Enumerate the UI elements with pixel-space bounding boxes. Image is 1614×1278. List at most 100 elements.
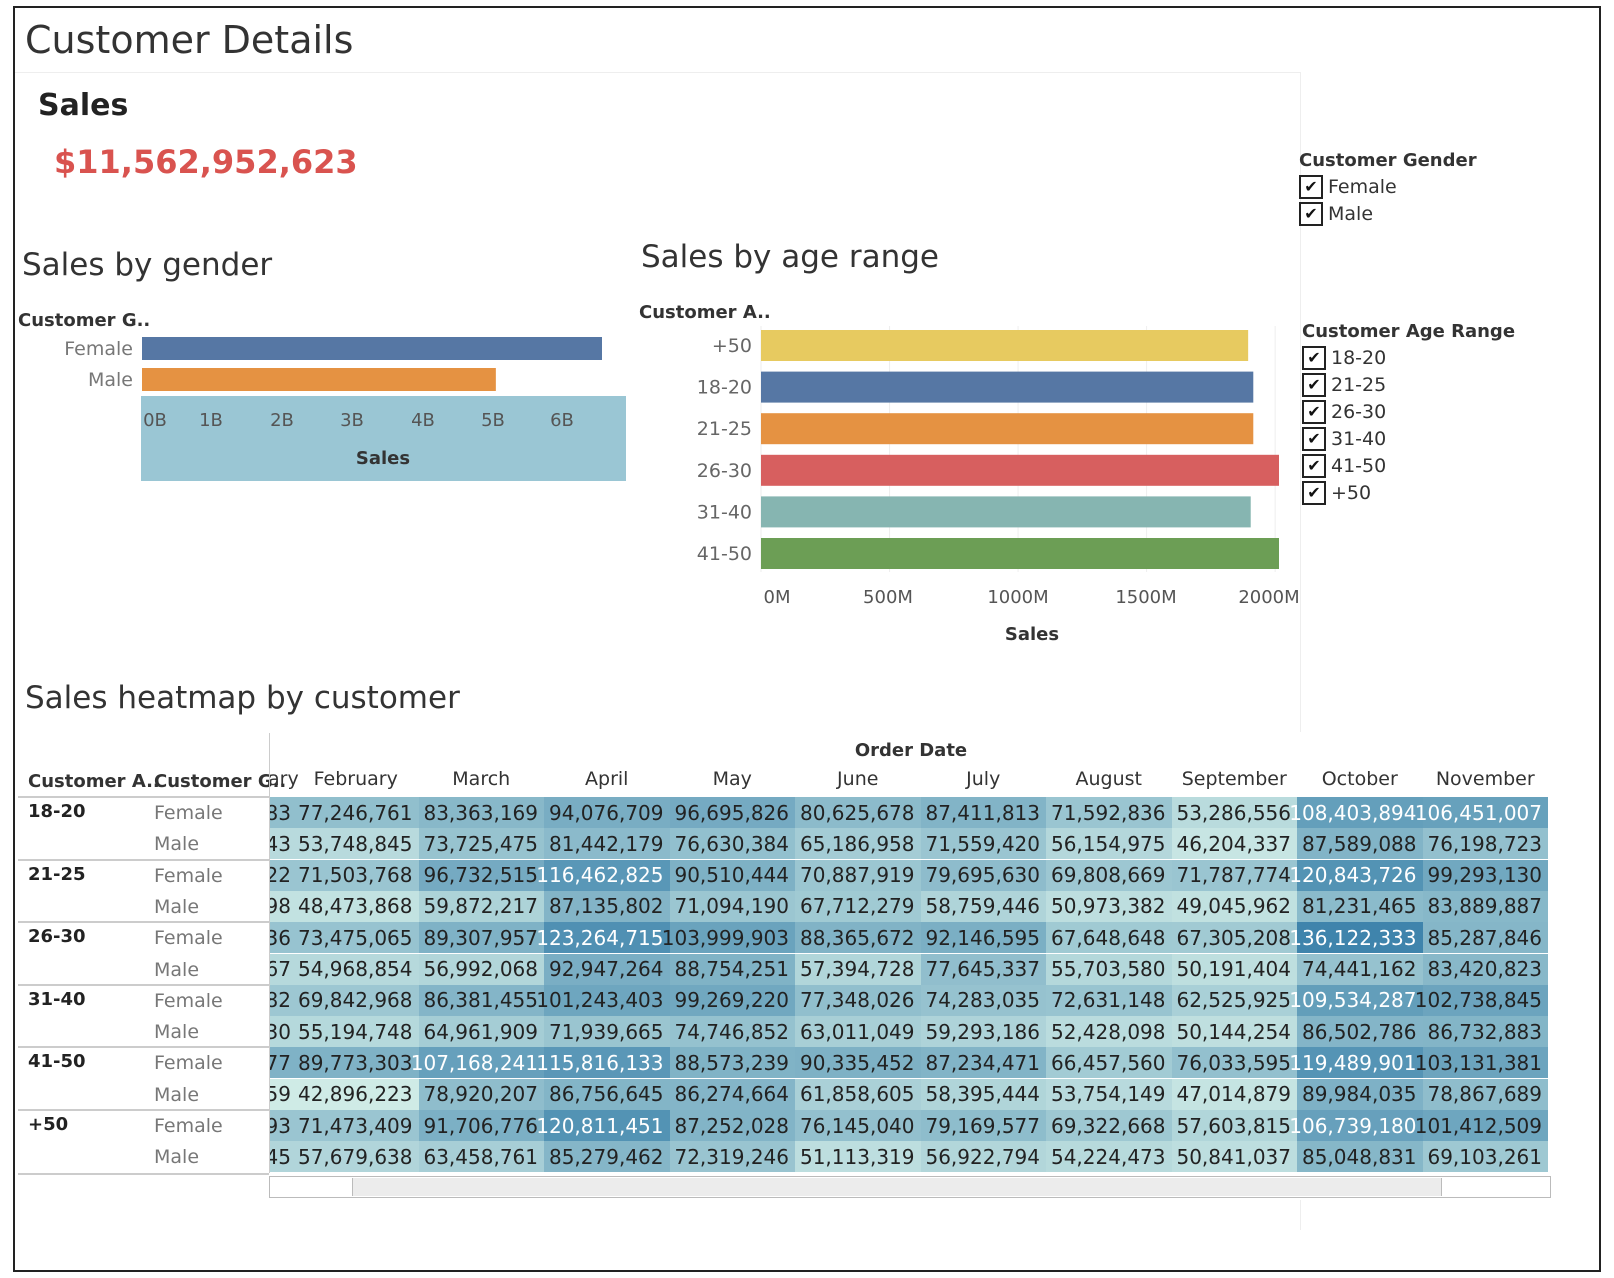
row-group-divider (18, 796, 269, 798)
heatmap-cell: 74,746,852 (669, 1016, 795, 1048)
age-bar-chart: Customer A.. +50 18-20 21-25 26-30 31-40 41-50… (639, 302, 1300, 645)
heatmap-cell: 83,363,169 (418, 797, 544, 828)
heatmap-cell: 48,473,868 (293, 890, 419, 922)
container-divider (1300, 1200, 1301, 1230)
heatmap-cell: 71,094,190 (669, 890, 795, 922)
heatmap-cell: 53,286,556 (1171, 797, 1297, 828)
heatmap-grid[interactable]: Order Date ary February March April May June J… (269, 733, 1551, 1173)
heatmap-cell: 67,305,208 (1171, 922, 1297, 954)
heatmap-cell: 45 (270, 1141, 293, 1173)
heatmap-cell: 59 (270, 1078, 293, 1110)
bar-18-20 (761, 371, 1254, 403)
category-label: Female (64, 338, 133, 360)
filter-option-label: 41-50 (1331, 454, 1387, 477)
filter-option-41-50[interactable]: ✔ 41-50 (1302, 452, 1515, 479)
heatmap-cell: 76,198,723 (1422, 828, 1548, 860)
filter-option-label: 18-20 (1331, 346, 1387, 369)
heatmap-cell: 58,759,446 (920, 890, 1046, 922)
heatmap-cell: 89,984,035 (1297, 1078, 1423, 1110)
heatmap-cell: 115,816,133 (536, 1047, 670, 1079)
gender-bar-chart: Customer G.. Female Male 0B 1B 2B 3B 4B 5B 6B Sale… (18, 310, 626, 481)
heatmap-cell: 63,458,761 (418, 1141, 544, 1173)
scrollbar-thumb[interactable] (352, 1178, 1442, 1196)
heatmap-cell: 71,503,768 (293, 859, 419, 891)
x-tick-label: 2B (270, 410, 294, 431)
column-header: September (1181, 768, 1287, 790)
heatmap-cell: 93 (270, 1110, 293, 1141)
heatmap-cell: 96,695,826 (669, 797, 795, 828)
row-group-label: +50 (28, 1114, 69, 1135)
filter-option-label: 21-25 (1331, 373, 1387, 396)
heatmap-cell: 67 (270, 953, 293, 985)
row-group-label: 18-20 (28, 801, 86, 822)
heatmap-cell: 71,592,836 (1046, 797, 1172, 828)
heatmap-cell: 78,920,207 (418, 1078, 544, 1110)
heatmap-cell: 61,858,605 (795, 1078, 921, 1110)
heatmap-cell: 76,630,384 (669, 828, 795, 860)
filter-option-26-30[interactable]: ✔ 26-30 (1302, 398, 1515, 425)
heatmap-cell: 65,186,958 (795, 828, 921, 860)
category-label: 21-25 (697, 418, 752, 440)
bar-26-30 (761, 454, 1279, 486)
gender-chart-title: Sales by gender (22, 247, 273, 283)
row-header-gender: Customer G.. (154, 771, 287, 792)
filter-option-50-plus[interactable]: ✔ +50 (1302, 479, 1515, 506)
heatmap-cell: 87,234,471 (920, 1047, 1046, 1079)
horizontal-scrollbar[interactable] (269, 1176, 1551, 1198)
filter-option-31-40[interactable]: ✔ 31-40 (1302, 425, 1515, 452)
row-gender-label: Female (154, 927, 223, 950)
x-tick-label: 0B (143, 410, 167, 431)
heatmap-cell: 57,394,728 (795, 953, 921, 985)
heatmap-cell: 77,246,761 (293, 797, 419, 828)
heatmap-cell: 64,961,909 (418, 1016, 544, 1048)
heatmap-cell: 79,169,577 (920, 1110, 1046, 1141)
x-tick-label: 3B (340, 410, 364, 431)
heatmap-cell: 86,756,645 (544, 1078, 670, 1110)
heatmap-cell: 69,842,968 (293, 984, 419, 1016)
heatmap-cell: 77 (270, 1047, 293, 1079)
heatmap-cell: 86,732,883 (1422, 1016, 1548, 1048)
gender-filter: Customer Gender ✔ Female ✔ Male (1299, 150, 1477, 227)
heatmap-cell: 101,412,509 (1415, 1110, 1548, 1141)
page-title: Customer Details (25, 18, 354, 62)
heatmap-cell: 79,695,630 (920, 859, 1046, 891)
heatmap-cell: 83,420,823 (1422, 953, 1548, 985)
x-axis-label: Sales (1005, 624, 1059, 645)
heatmap-cell: 103,999,903 (662, 922, 795, 954)
heatmap-cell: 71,473,409 (293, 1110, 419, 1141)
age-filter-title: Customer Age Range (1302, 321, 1516, 342)
bar-plus-50 (761, 330, 1249, 361)
heatmap-cell: 108,403,894 (1289, 797, 1423, 828)
filter-option-female[interactable]: ✔ Female (1299, 173, 1477, 200)
filter-option-21-25[interactable]: ✔ 21-25 (1302, 371, 1515, 398)
row-group-label: 31-40 (28, 988, 86, 1010)
heatmap-cell: 107,168,241 (411, 1047, 544, 1079)
heatmap-cell: 72,319,246 (669, 1141, 795, 1173)
age-filter: Customer Age Range ✔ 18-20 ✔ 21-25 ✔ 26-30 … (1302, 321, 1515, 506)
checkbox-checked-icon[interactable]: ✔ (1299, 174, 1323, 199)
heatmap-title: Sales heatmap by customer (25, 680, 460, 716)
heatmap-cell: 50,973,382 (1046, 890, 1172, 922)
heatmap-cell: 85,287,846 (1422, 922, 1548, 954)
heatmap-cell: 43 (270, 828, 293, 860)
category-label: Male (88, 369, 133, 391)
column-header: ary (269, 768, 299, 790)
heatmap-cell: 59,872,217 (418, 890, 544, 922)
bar-31-40 (761, 496, 1251, 528)
heatmap-cell: 74,283,035 (920, 984, 1046, 1016)
row-group-divider (18, 983, 269, 986)
heatmap-cell: 81,231,465 (1297, 890, 1423, 922)
category-label: 18-20 (697, 377, 752, 399)
column-header: October (1321, 768, 1398, 790)
heatmap-cell: 69,808,669 (1046, 859, 1172, 891)
filter-option-male[interactable]: ✔ Male (1299, 200, 1477, 227)
checkbox-checked-icon[interactable]: ✔ (1299, 201, 1323, 226)
heatmap-cell: 106,451,007 (1415, 797, 1548, 828)
heatmap-cell: 88,573,239 (669, 1047, 795, 1079)
heatmap-cell: 53,748,845 (293, 828, 419, 860)
x-tick-label: 6B (550, 410, 574, 431)
heatmap-cell: 85,279,462 (544, 1141, 670, 1173)
row-gender-label: Male (154, 1021, 200, 1044)
category-label: 31-40 (697, 501, 752, 523)
filter-option-18-20[interactable]: ✔ 18-20 (1302, 344, 1515, 371)
